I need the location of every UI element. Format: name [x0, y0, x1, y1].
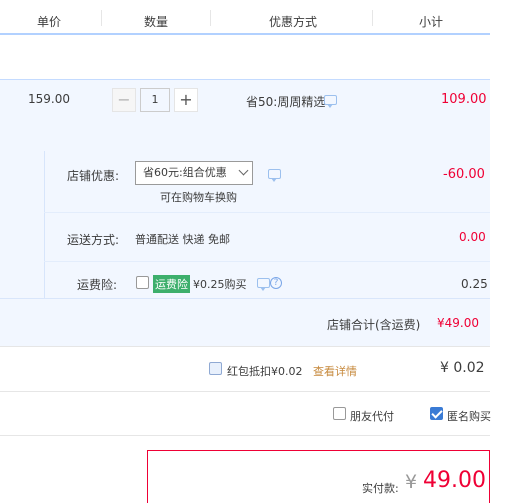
shipping-value: 0.00 — [459, 230, 486, 244]
product-subtotal: 109.00 — [441, 92, 487, 107]
header-divider — [210, 10, 211, 26]
store-discount-note: 可在购物车换购 — [160, 191, 237, 204]
friend-pay-label: 朋友代付 — [350, 410, 394, 423]
chat-icon[interactable] — [257, 278, 270, 291]
table-header: 单价 数量 优惠方式 小计 — [0, 0, 490, 35]
section-divider — [0, 435, 490, 436]
store-discount-value: -60.00 — [443, 167, 485, 182]
store-discount-select[interactable]: 省60元:组合优惠 — [135, 161, 253, 185]
row-divider — [44, 261, 490, 262]
payment-amount: 49.00 — [423, 468, 486, 493]
anonymous-label: 匿名购买 — [447, 410, 491, 423]
store-discount-label: 店铺优惠: — [67, 169, 120, 183]
payment-label: 实付款: — [362, 482, 399, 495]
chat-icon[interactable] — [324, 95, 337, 108]
qty-plus-button[interactable]: + — [174, 88, 198, 112]
insurance-tag: 运费险 — [153, 275, 190, 293]
col-qty-header: 数量 — [144, 15, 169, 29]
header-divider — [101, 10, 102, 26]
header-divider — [372, 10, 373, 26]
insurance-price: ¥0.25购买 — [193, 278, 247, 291]
shipping-label: 运送方式: — [67, 233, 120, 247]
product-row — [0, 79, 490, 151]
redpacket-details-link[interactable]: 查看详情 — [313, 363, 357, 379]
section-divider — [0, 391, 490, 392]
col-promo-header: 优惠方式 — [269, 15, 318, 29]
help-icon[interactable]: ? — [270, 277, 282, 289]
product-promo: 省50:周周精选 — [246, 95, 326, 109]
store-total-label: 店铺合计(含运费) — [327, 318, 421, 332]
unit-price: 159.00 — [28, 92, 70, 106]
anonymous-checkbox[interactable] — [430, 407, 443, 420]
section-divider — [0, 346, 490, 347]
row-divider — [44, 212, 490, 213]
payment-currency: ¥ — [405, 471, 418, 493]
qty-input[interactable]: 1 — [140, 88, 170, 112]
chevron-down-icon — [238, 165, 249, 176]
row-divider — [0, 298, 490, 299]
quantity-stepper: − 1 + — [112, 88, 198, 114]
qty-minus-button[interactable]: − — [112, 88, 136, 112]
col-price-header: 单价 — [37, 15, 62, 29]
insurance-value: 0.25 — [461, 277, 488, 291]
redpacket-label: 红包抵扣¥0.02 — [227, 365, 303, 378]
col-subtotal-header: 小计 — [419, 15, 444, 29]
redpacket-value: ¥ 0.02 — [440, 360, 485, 376]
insurance-label: 运费险: — [77, 278, 118, 292]
redpacket-checkbox[interactable] — [209, 362, 222, 375]
store-total-value: ¥49.00 — [437, 316, 479, 330]
chat-icon[interactable] — [268, 169, 281, 182]
friend-pay-checkbox[interactable] — [333, 407, 346, 420]
insurance-checkbox[interactable] — [136, 276, 149, 289]
store-discount-select-value: 省60元:组合优惠 — [143, 166, 227, 179]
shipping-method: 普通配送 快递 免邮 — [135, 233, 230, 246]
